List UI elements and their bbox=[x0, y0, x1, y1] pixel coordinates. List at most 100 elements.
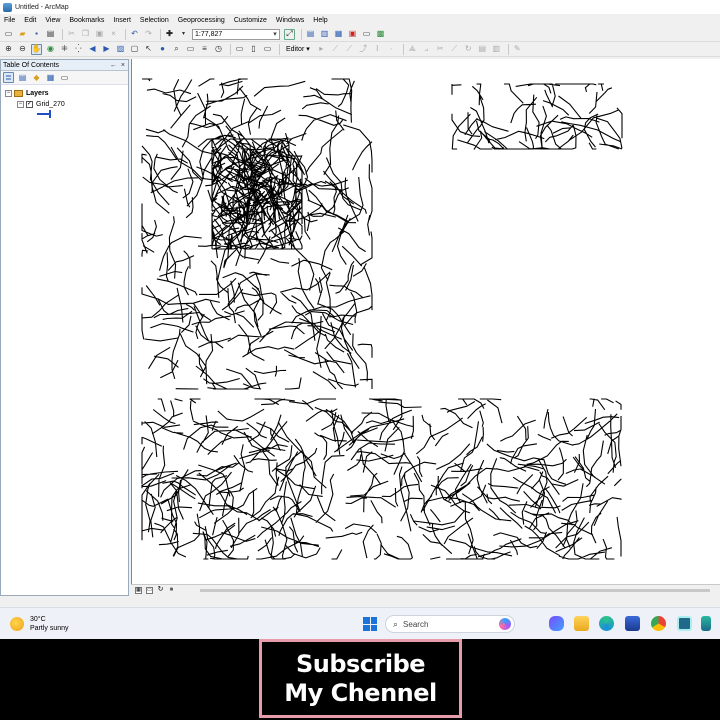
menu-view[interactable]: View bbox=[45, 17, 60, 24]
menu-bookmarks[interactable]: Bookmarks bbox=[69, 17, 104, 24]
search-placeholder: Search bbox=[403, 619, 429, 629]
chevron-down-icon[interactable]: ▾ bbox=[178, 29, 189, 40]
subscribe-line-1: Subscribe bbox=[295, 649, 426, 678]
collapse-icon[interactable]: − bbox=[5, 90, 12, 97]
edit-tool-icon[interactable]: ▸ bbox=[316, 44, 327, 55]
map-view[interactable] bbox=[131, 59, 720, 584]
add-data-icon[interactable]: ✚ bbox=[164, 29, 175, 40]
cut-polygons-icon[interactable]: ✂ bbox=[435, 44, 446, 55]
open-folder-icon[interactable]: ▰ bbox=[17, 29, 28, 40]
windows-taskbar: 30°C Partly sunny ⌕ Search bbox=[0, 607, 720, 639]
layer-visibility-checkbox[interactable]: ✓ bbox=[26, 101, 33, 108]
python-window-icon[interactable]: ▭ bbox=[361, 29, 372, 40]
editor-menu-button[interactable]: Editor ▾ bbox=[283, 45, 313, 53]
copilot-app-icon[interactable] bbox=[549, 616, 564, 631]
attributes-icon[interactable]: ▤ bbox=[477, 44, 488, 55]
copy-icon[interactable]: ❐ bbox=[80, 29, 91, 40]
draw-toolbar-icon[interactable]: ▭ bbox=[234, 44, 245, 55]
edit-annotation-icon[interactable]: ⟋ bbox=[330, 44, 341, 55]
chrome-icon[interactable] bbox=[651, 616, 666, 631]
taskbar-search[interactable]: ⌕ Search bbox=[385, 615, 515, 633]
horizontal-scrollbar[interactable] bbox=[200, 589, 710, 592]
trace-icon[interactable]: ⌇ bbox=[372, 44, 383, 55]
file-explorer-icon[interactable] bbox=[574, 616, 589, 631]
end-point-arc-icon[interactable]: ⤴ bbox=[358, 44, 369, 55]
layer-row[interactable]: − ✓ Grid_270 bbox=[1, 99, 128, 110]
fixed-zoom-out-icon[interactable]: ⁛ bbox=[73, 44, 84, 55]
model-builder-icon[interactable]: ▩ bbox=[375, 29, 386, 40]
arctoolbox-icon[interactable]: ▣ bbox=[347, 29, 358, 40]
rotate-icon[interactable]: ↻ bbox=[463, 44, 474, 55]
find-icon[interactable]: ⌕ bbox=[171, 44, 182, 55]
menu-geoprocessing[interactable]: Geoprocessing bbox=[178, 17, 225, 24]
list-by-source-icon[interactable]: ▤ bbox=[17, 72, 28, 83]
menu-windows[interactable]: Windows bbox=[276, 17, 304, 24]
identify-icon[interactable]: ● bbox=[157, 44, 168, 55]
point-icon[interactable]: ∙ bbox=[386, 44, 397, 55]
list-by-drawing-order-icon[interactable]: ≣ bbox=[3, 72, 14, 83]
layout-view-button[interactable]: ▭ bbox=[146, 587, 153, 594]
full-extent-icon[interactable]: ◉ bbox=[45, 44, 56, 55]
subscribe-box[interactable]: Subscribe My Chennel bbox=[259, 639, 462, 718]
pin-icon[interactable]: ← bbox=[110, 62, 117, 69]
select-elements-icon[interactable]: ↖ bbox=[143, 44, 154, 55]
menu-insert[interactable]: Insert bbox=[113, 17, 131, 24]
clear-selection-icon[interactable]: ▢ bbox=[129, 44, 140, 55]
fixed-zoom-in-icon[interactable]: ⁜ bbox=[59, 44, 70, 55]
menu-customize[interactable]: Customize bbox=[234, 17, 267, 24]
cut-icon[interactable]: ✂ bbox=[66, 29, 77, 40]
georef-icon[interactable]: ▭ bbox=[262, 44, 273, 55]
search-window-icon[interactable]: ▦ bbox=[333, 29, 344, 40]
delete-icon[interactable]: × bbox=[108, 29, 119, 40]
zoom-out-icon[interactable]: ⊖ bbox=[17, 44, 28, 55]
data-view-button[interactable]: ▦ bbox=[135, 587, 142, 594]
split-icon[interactable]: ⟋ bbox=[449, 44, 460, 55]
edge-browser-icon[interactable] bbox=[599, 616, 614, 631]
windows-start-icon[interactable] bbox=[363, 617, 377, 631]
undo-icon[interactable]: ↶ bbox=[129, 29, 140, 40]
sketch-properties-icon[interactable]: ▥ bbox=[491, 44, 502, 55]
weather-widget[interactable]: 30°C Partly sunny bbox=[10, 615, 120, 633]
new-document-icon[interactable]: ▭ bbox=[3, 29, 14, 40]
redo-icon[interactable]: ↷ bbox=[143, 29, 154, 40]
edit-vertices-icon[interactable]: ⟁ bbox=[407, 44, 418, 55]
pause-icon[interactable]: ⏸ bbox=[168, 586, 175, 594]
microsoft-store-icon[interactable] bbox=[625, 616, 640, 631]
table-of-contents-icon[interactable]: ▤ bbox=[305, 29, 316, 40]
bing-copilot-icon[interactable] bbox=[499, 618, 511, 630]
menu-selection[interactable]: Selection bbox=[140, 17, 169, 24]
create-features-icon[interactable]: ✎ bbox=[512, 44, 523, 55]
map-scale-combo[interactable]: 1:77,827 ▾ bbox=[192, 28, 280, 40]
pan-hand-icon[interactable]: ✋ bbox=[31, 43, 42, 55]
vpn-app-icon[interactable] bbox=[701, 616, 711, 631]
title-bar: Untitled - ArcMap bbox=[0, 0, 720, 14]
back-extent-icon[interactable]: ◀ bbox=[87, 44, 98, 55]
arcmap-taskbar-icon[interactable] bbox=[677, 616, 692, 631]
html-popup-icon[interactable]: ▭ bbox=[185, 44, 196, 55]
zoom-in-icon[interactable]: ⊕ bbox=[3, 44, 14, 55]
editor-toolbar-toggle-icon[interactable]: ⤢ bbox=[284, 28, 295, 40]
save-icon[interactable]: ▪ bbox=[31, 29, 42, 40]
reshape-icon[interactable]: ⟓ bbox=[421, 44, 432, 55]
collapse-icon[interactable]: − bbox=[17, 101, 24, 108]
refresh-icon[interactable]: ↻ bbox=[157, 586, 164, 594]
menu-file[interactable]: File bbox=[4, 17, 15, 24]
print-icon[interactable]: ▤ bbox=[45, 29, 56, 40]
list-by-selection-icon[interactable]: ▦ bbox=[45, 72, 56, 83]
forward-extent-icon[interactable]: ▶ bbox=[101, 44, 112, 55]
measure-icon[interactable]: ≡ bbox=[199, 44, 210, 55]
editor-label: Editor bbox=[286, 46, 305, 53]
layers-group-row[interactable]: − Layers bbox=[1, 88, 128, 99]
select-features-icon[interactable]: ▨ bbox=[115, 44, 126, 55]
menu-edit[interactable]: Edit bbox=[24, 17, 36, 24]
chevron-down-icon[interactable]: ▾ bbox=[271, 30, 279, 39]
options-icon[interactable]: ▭ bbox=[59, 72, 70, 83]
catalog-icon[interactable]: ▥ bbox=[319, 29, 330, 40]
list-by-visibility-icon[interactable]: ◆ bbox=[31, 72, 42, 83]
time-slider-icon[interactable]: ◷ bbox=[213, 44, 224, 55]
paste-icon[interactable]: ▣ bbox=[94, 29, 105, 40]
menu-help[interactable]: Help bbox=[313, 17, 327, 24]
layout-icon[interactable]: ▯ bbox=[248, 44, 259, 55]
straight-segment-icon[interactable]: ⟋ bbox=[344, 44, 355, 55]
close-icon[interactable]: × bbox=[121, 62, 125, 69]
